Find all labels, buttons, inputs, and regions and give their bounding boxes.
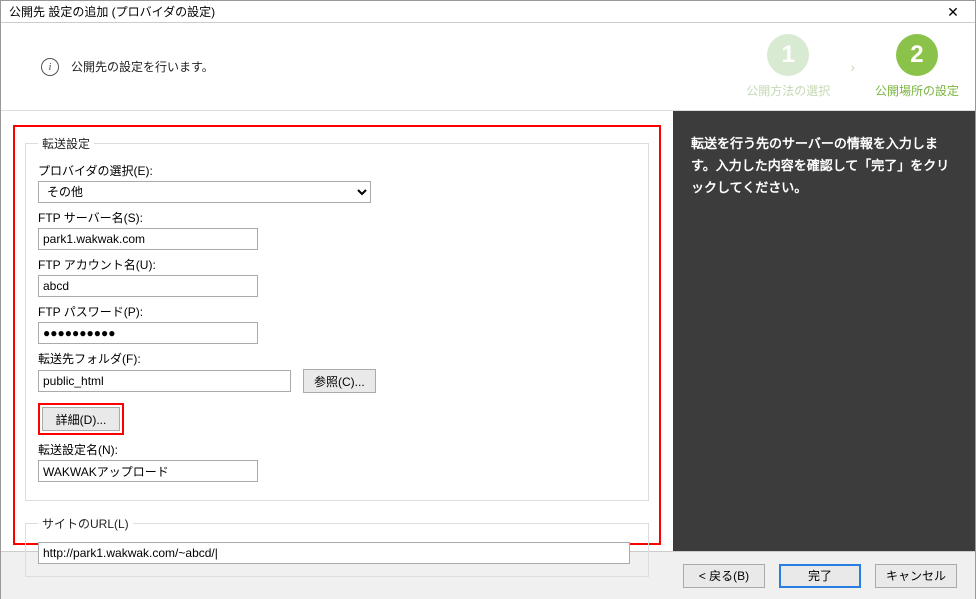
header-left: i 公開先の設定を行います。 (41, 58, 214, 76)
step-1-number: 1 (767, 34, 809, 76)
transfer-settings-group: 転送設定 プロバイダの選択(E): その他 FTP サーバー名(S): FTP … (25, 135, 649, 501)
left-pane: 転送設定 プロバイダの選択(E): その他 FTP サーバー名(S): FTP … (1, 111, 673, 551)
highlighted-region: 転送設定 プロバイダの選択(E): その他 FTP サーバー名(S): FTP … (13, 125, 661, 545)
provider-label: プロバイダの選択(E): (38, 162, 636, 179)
info-icon: i (41, 58, 59, 76)
cancel-button[interactable]: キャンセル (875, 564, 957, 588)
finish-button[interactable]: 完了 (779, 564, 861, 588)
step-2-number: 2 (896, 34, 938, 76)
help-sidebar: 転送を行う先のサーバーの情報を入力します。入力した内容を確認して「完了」をクリッ… (673, 111, 975, 551)
folder-label: 転送先フォルダ(F): (38, 350, 636, 367)
site-url-input[interactable] (38, 542, 630, 564)
transfer-settings-legend: 転送設定 (38, 135, 94, 152)
ftp-account-label: FTP アカウント名(U): (38, 256, 636, 273)
ftp-password-label: FTP パスワード(P): (38, 303, 636, 320)
step-2: 2 公開場所の設定 (875, 34, 959, 99)
titlebar: 公開先 設定の追加 (プロバイダの設定) ✕ (1, 1, 975, 23)
step-1: 1 公開方法の選択 (746, 34, 830, 99)
step-1-label: 公開方法の選択 (746, 82, 830, 99)
setting-name-input[interactable] (38, 460, 258, 482)
browse-button[interactable]: 参照(C)... (303, 369, 376, 393)
help-text: 転送を行う先のサーバーの情報を入力します。入力した内容を確認して「完了」をクリッ… (691, 133, 957, 199)
ftp-server-input[interactable] (38, 228, 258, 250)
header-text: 公開先の設定を行います。 (71, 58, 214, 75)
window-title: 公開先 設定の追加 (プロバイダの設定) (9, 3, 215, 20)
body-area: 転送設定 プロバイダの選択(E): その他 FTP サーバー名(S): FTP … (1, 111, 975, 551)
detail-highlight: 詳細(D)... (38, 403, 124, 435)
step-2-label: 公開場所の設定 (875, 82, 959, 99)
folder-input[interactable] (38, 370, 291, 392)
back-button[interactable]: < 戻る(B) (683, 564, 765, 588)
ftp-account-input[interactable] (38, 275, 258, 297)
close-icon[interactable]: ✕ (933, 2, 973, 22)
setting-name-label: 転送設定名(N): (38, 441, 636, 458)
site-url-legend: サイトのURL(L) (38, 515, 133, 532)
ftp-server-label: FTP サーバー名(S): (38, 209, 636, 226)
header: i 公開先の設定を行います。 1 公開方法の選択 › 2 公開場所の設定 (1, 23, 975, 111)
ftp-password-input[interactable] (38, 322, 258, 344)
chevron-right-icon: › (850, 59, 855, 75)
site-url-group: サイトのURL(L) (25, 515, 649, 577)
wizard-steps: 1 公開方法の選択 › 2 公開場所の設定 (746, 34, 959, 99)
provider-select[interactable]: その他 (38, 181, 371, 203)
detail-button[interactable]: 詳細(D)... (42, 407, 120, 431)
